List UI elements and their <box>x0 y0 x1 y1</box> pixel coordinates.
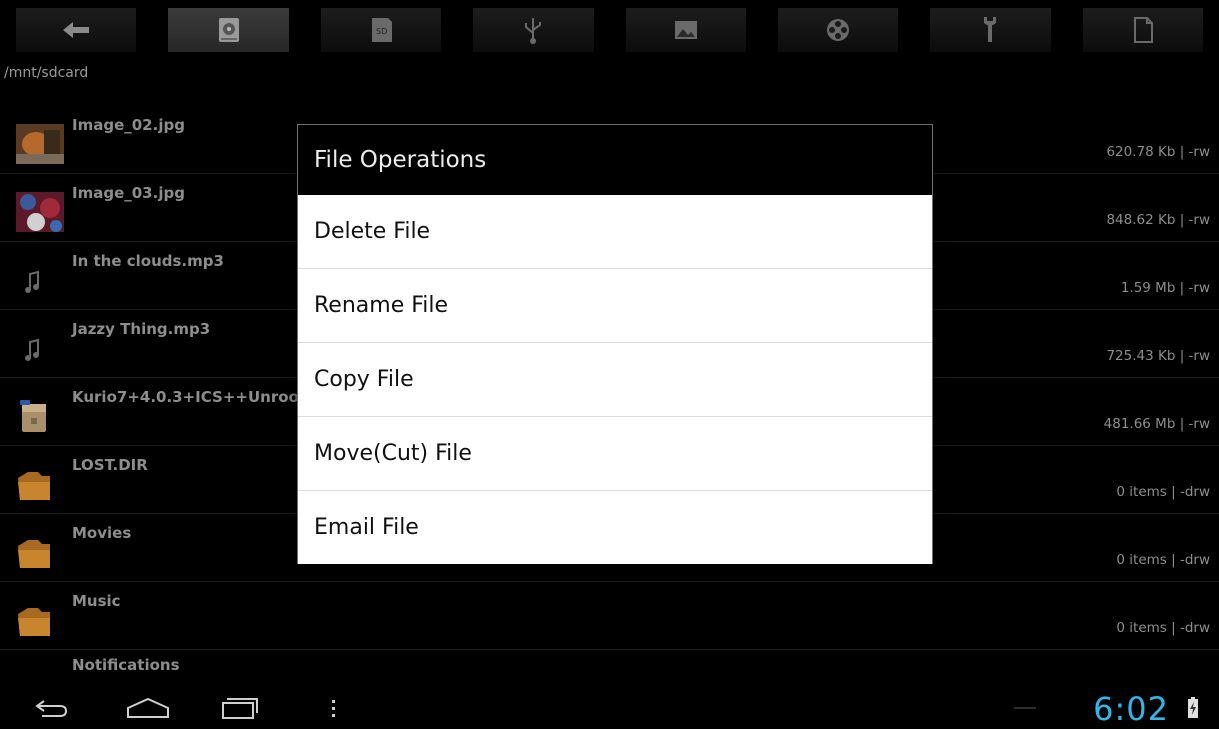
file-name: In the clouds.mp3 <box>72 252 224 270</box>
usb-icon <box>525 18 542 44</box>
battery-charging-icon <box>1188 697 1198 718</box>
file-meta: 725.43 Kb | -rw <box>1106 348 1210 364</box>
image-icon <box>674 21 697 39</box>
delete-file-option[interactable]: Delete File <box>298 195 932 269</box>
file-name: Image_02.jpg <box>72 116 185 134</box>
screen: SD /mnt/sdcard Image_02.jpg 620.78 Kb | … <box>0 0 1219 729</box>
toolbar: SD <box>0 0 1219 60</box>
back-arrow-icon <box>63 22 90 38</box>
file-meta: 0 items | -drw <box>1116 620 1210 636</box>
usb-button[interactable] <box>473 8 594 52</box>
file-meta: 0 items | -drw <box>1116 484 1210 500</box>
dialog-title: File Operations <box>298 125 932 195</box>
nav-home-button[interactable] <box>122 690 174 726</box>
images-button[interactable] <box>625 8 746 52</box>
internal-storage-button[interactable] <box>168 8 289 52</box>
video-button[interactable] <box>777 8 899 52</box>
current-path: /mnt/sdcard <box>4 65 89 81</box>
sd-card-icon: SD <box>371 18 392 42</box>
folder-icon <box>18 472 50 500</box>
tools-button[interactable] <box>930 8 1051 52</box>
file-meta: 0 items | -drw <box>1116 552 1210 568</box>
sd-card-button[interactable]: SD <box>320 8 442 52</box>
navigation-bar <box>0 686 1219 729</box>
image-thumbnail-icon <box>16 124 64 164</box>
documents-button[interactable] <box>1082 8 1203 52</box>
file-meta: 620.78 Kb | -rw <box>1106 144 1210 160</box>
clock[interactable]: 6:02 <box>1093 690 1169 728</box>
file-meta: 848.62 Kb | -rw <box>1106 212 1210 228</box>
file-meta: 1.59 Mb | -rw <box>1120 280 1210 296</box>
folder-icon <box>18 608 50 636</box>
svg-text:SD: SD <box>376 27 387 36</box>
nav-menu-button[interactable] <box>322 690 346 726</box>
file-name: Music <box>72 592 121 610</box>
nav-back-button[interactable] <box>28 690 72 726</box>
back-button[interactable] <box>16 8 137 52</box>
file-name: Jazzy Thing.mp3 <box>72 320 211 338</box>
folder-icon <box>18 540 50 568</box>
overflow-menu-icon <box>332 700 335 717</box>
file-name: Notifications <box>72 656 180 674</box>
archive-icon <box>20 400 46 432</box>
file-meta: 481.66 Mb | -rw <box>1103 416 1210 432</box>
wrench-icon <box>984 17 997 42</box>
rename-file-option[interactable]: Rename File <box>298 269 932 343</box>
image-thumbnail-icon <box>16 192 64 232</box>
music-note-icon <box>25 338 39 361</box>
file-name: Movies <box>72 524 132 542</box>
notification-divider <box>1014 707 1036 709</box>
document-icon <box>1133 17 1153 43</box>
film-reel-icon <box>827 19 850 41</box>
move-file-option[interactable]: Move(Cut) File <box>298 417 932 491</box>
file-row[interactable]: Music 0 items | -drw <box>0 582 1219 650</box>
email-file-option[interactable]: Email File <box>298 491 932 564</box>
music-note-icon <box>25 270 39 293</box>
nav-recent-apps-button[interactable] <box>216 690 262 726</box>
file-name: Kurio7+4.0.3+ICS++Unroot+ <box>72 388 319 406</box>
home-icon <box>127 697 169 718</box>
file-name: Image_03.jpg <box>72 184 185 202</box>
recent-apps-icon <box>222 698 258 719</box>
back-icon <box>35 700 68 717</box>
file-name: LOST.DIR <box>72 456 148 474</box>
file-operations-dialog: File Operations Delete File Rename File … <box>297 124 933 564</box>
copy-file-option[interactable]: Copy File <box>298 343 932 417</box>
internal-storage-icon <box>218 18 239 42</box>
